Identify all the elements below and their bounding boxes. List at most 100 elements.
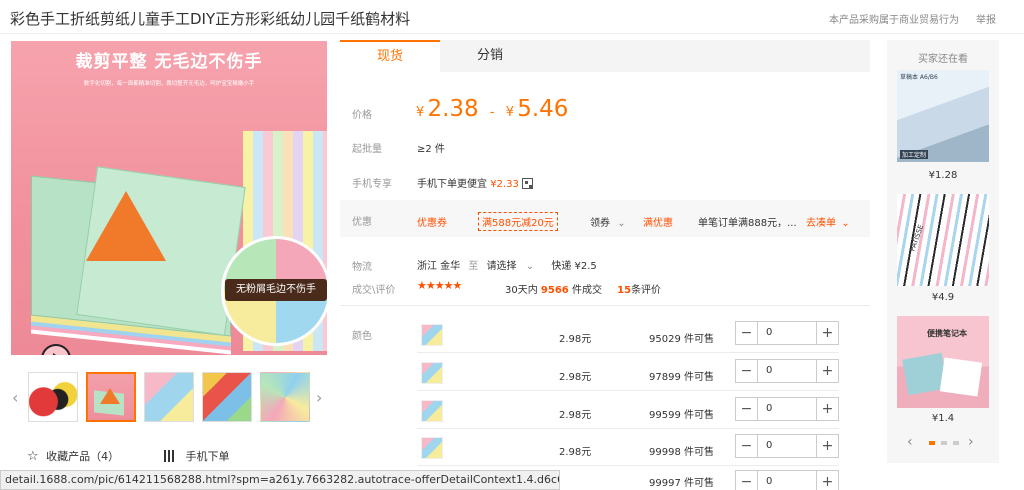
price-range: ¥ 2.38 - ¥ 5.46	[416, 96, 568, 122]
carousel-dot[interactable]	[941, 441, 947, 445]
sku-row: 2.98元 99599 件可售 − 0 +	[417, 394, 842, 432]
sku-row: 2.98元 95029 件可售 − 0 +	[417, 318, 842, 356]
thumb-next-arrow-icon[interactable]: ›	[316, 388, 322, 407]
row-divider	[417, 352, 839, 353]
coupon-value[interactable]: 满588元减20元	[478, 212, 558, 231]
full-discount-text: 单笔订单满888元，...	[698, 218, 797, 229]
sku-row: 2.98元 97899 件可售 − 0 +	[417, 356, 842, 394]
decrease-button[interactable]: −	[736, 471, 758, 490]
main-product-image[interactable]: 裁剪平整 无毛边不伤手 数字化切割，每一面都精准切割，裁切整齐无毛边，呵护宝宝稚…	[11, 41, 327, 355]
destination-select[interactable]: 请选择 ⌄	[487, 261, 538, 272]
product-title: 彩色手工折纸剪纸儿童手工DIY正方形彩纸幼儿园千纸鹤材料	[10, 10, 411, 28]
qrcode-small-icon	[522, 178, 534, 189]
increase-button[interactable]: +	[816, 435, 838, 457]
thumbnail-5[interactable]	[260, 372, 310, 422]
moq-label: 起批量	[352, 144, 382, 155]
recommend-item-1-caption2: 加工定制	[900, 150, 929, 159]
sku-price: 2.98元	[559, 334, 592, 345]
recommend-prev-icon[interactable]: ‹	[907, 434, 913, 450]
decrease-button[interactable]: −	[736, 398, 758, 420]
sku-price: 2.98元	[559, 447, 592, 458]
get-coupon-label: 领券	[590, 218, 610, 229]
chevron-down-icon: ⌄	[841, 218, 850, 229]
sku-row: 2.98元 99998 件可售 − 0 +	[417, 431, 842, 469]
get-coupon-button[interactable]: 领券 ⌄	[590, 214, 626, 229]
deals-reviews-label: 成交\评价	[352, 285, 396, 296]
quantity-input[interactable]: 0	[766, 327, 772, 338]
carousel-dot[interactable]	[953, 441, 959, 445]
recommend-next-icon[interactable]: ›	[968, 434, 974, 450]
report-link[interactable]: 举报	[976, 11, 996, 26]
mobile-exclusive-text: 手机下单更便宜	[417, 179, 487, 190]
image-badge-text: 无粉屑毛边不伤手	[225, 279, 327, 301]
recommend-item-3-price: ¥1.4	[931, 413, 955, 424]
recommend-item-1-price: ¥1.28	[928, 170, 958, 181]
sku-price: 2.98元	[559, 410, 592, 421]
sku-swatch[interactable]	[421, 324, 443, 346]
sku-price: 2.98元	[559, 372, 592, 383]
mobile-exclusive-price: ¥2.33	[490, 179, 519, 190]
thumbnail-4[interactable]	[202, 372, 252, 422]
deals-summary: 30天内 9566 件成交 15条评价	[505, 281, 661, 296]
play-video-icon[interactable]	[41, 344, 71, 355]
recommend-item-1-caption: 草稿本 A6/B6	[900, 74, 938, 81]
tab-spot[interactable]: 现货	[340, 40, 440, 72]
price-separator: -	[489, 105, 495, 120]
quantity-input[interactable]: 0	[766, 440, 772, 451]
color-label: 颜色	[352, 331, 372, 342]
paper-crane-graphic	[86, 191, 166, 261]
increase-button[interactable]: +	[816, 471, 838, 490]
favorite-button[interactable]: ☆ 收藏产品（4）	[27, 448, 119, 464]
favorite-label: 收藏产品（4）	[46, 450, 120, 463]
image-subtitle: 数字化切割，每一面都精准切割，裁切整齐无毛边，呵护宝宝稚嫩小手	[83, 81, 255, 87]
thumb-prev-arrow-icon[interactable]: ‹	[12, 388, 18, 407]
destination-select-label: 请选择	[486, 261, 517, 272]
review-count[interactable]: 15	[617, 285, 631, 296]
thumbnail-1[interactable]	[28, 372, 78, 422]
chevron-down-icon: ⌄	[617, 218, 626, 229]
decrease-button[interactable]: −	[736, 360, 758, 382]
increase-button[interactable]: +	[816, 398, 838, 420]
rating-stars: ★★★★★	[417, 279, 462, 292]
image-banner-text: 裁剪平整 无毛边不伤手	[75, 52, 263, 72]
decrease-button[interactable]: −	[736, 435, 758, 457]
recommend-item-2-image[interactable]: PATISSE	[897, 194, 989, 286]
recommend-item-3-image[interactable]: 便携笔记本	[897, 316, 989, 408]
sku-swatch[interactable]	[421, 400, 443, 422]
quantity-stepper: − 0 +	[735, 397, 839, 421]
coupon-label: 优惠券	[417, 218, 447, 229]
deals-prefix: 30天内	[505, 285, 538, 296]
mobile-exclusive[interactable]: 手机下单更便宜 ¥2.33	[417, 175, 534, 190]
mobile-order-button[interactable]: 手机下单	[164, 448, 230, 464]
quantity-input[interactable]: 0	[766, 476, 772, 487]
sku-swatch[interactable]	[421, 437, 443, 459]
review-suffix[interactable]: 条评价	[631, 285, 661, 296]
quantity-input[interactable]: 0	[766, 365, 772, 376]
quantity-input[interactable]: 0	[766, 403, 772, 414]
header-divider	[0, 33, 1024, 34]
sku-swatch[interactable]	[421, 362, 443, 384]
logistics-row: 浙江 金华 至 请选择 ⌄ 快递 ¥2.5	[417, 257, 597, 272]
increase-button[interactable]: +	[816, 360, 838, 382]
row-divider	[417, 428, 839, 429]
star-outline-icon: ☆	[27, 449, 39, 464]
currency-symbol-2: ¥	[505, 105, 515, 120]
quantity-stepper: − 0 +	[735, 321, 839, 345]
sku-stock: 99997 件可售	[649, 478, 714, 489]
increase-button[interactable]: +	[816, 322, 838, 344]
thumbnail-3[interactable]	[144, 372, 194, 422]
tab-distribution[interactable]: 分销	[440, 40, 540, 72]
go-order-label: 去凑单	[806, 218, 836, 229]
moq-value: ≥2 件	[417, 144, 445, 155]
chevron-down-icon: ⌄	[525, 261, 535, 272]
currency-symbol: ¥	[416, 105, 425, 120]
recommend-heading: 买家还在看	[918, 54, 968, 65]
decrease-button[interactable]: −	[736, 322, 758, 344]
carousel-dot-active[interactable]	[929, 441, 935, 445]
go-order-button[interactable]: 去凑单 ⌄	[806, 214, 850, 229]
row-divider	[417, 390, 839, 391]
recommend-item-1-image[interactable]: 草稿本 A6/B6 加工定制	[897, 70, 989, 162]
recommend-item-2-caption: PATISSE	[908, 223, 926, 253]
trade-note: 本产品采购属于商业贸易行为	[829, 15, 959, 26]
thumbnail-2[interactable]	[86, 372, 136, 422]
